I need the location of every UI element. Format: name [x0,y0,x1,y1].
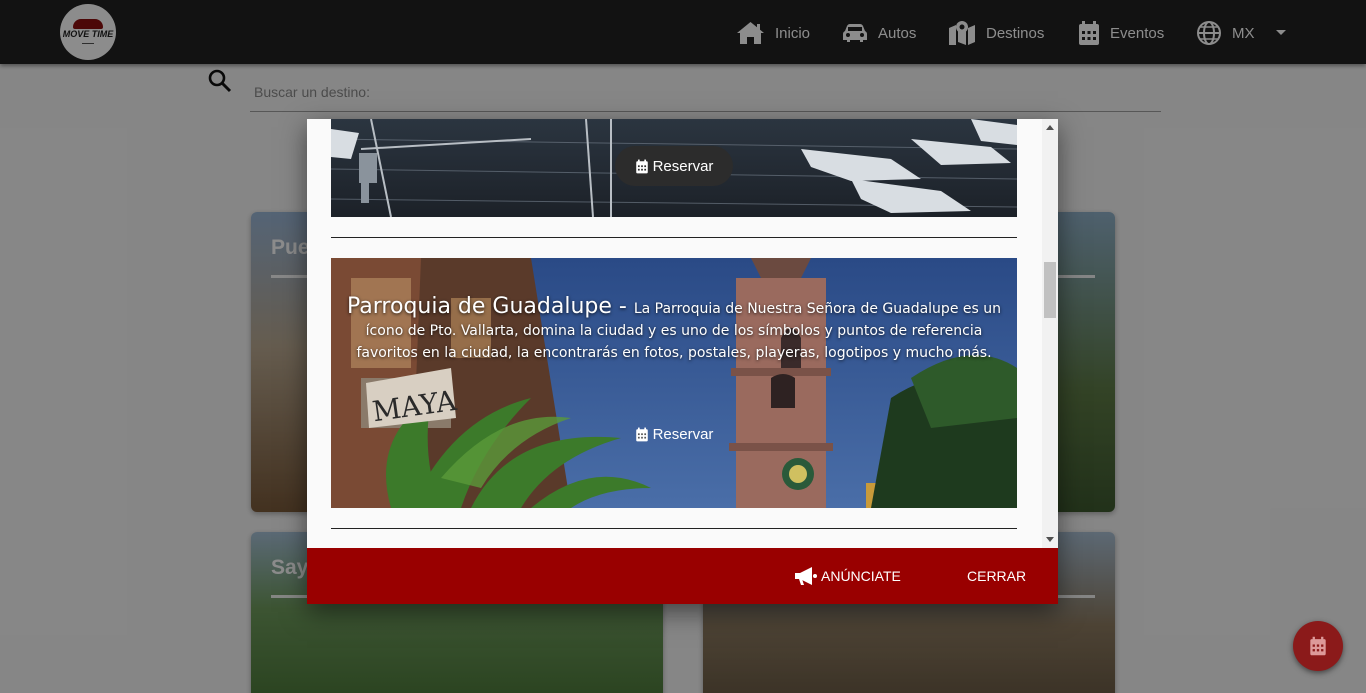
calendar-icon [1310,636,1326,656]
modal-footer: ANÚNCIATE CERRAR [307,548,1058,604]
place-divider [331,237,1017,238]
scrollbar-thumb[interactable] [1044,262,1056,318]
scroll-down-icon[interactable] [1046,537,1054,542]
calendar-icon [635,427,648,441]
modal-scroll-body[interactable]: Reservar MAYA Parroquia de Guadalupe - L… [307,119,1058,548]
reservar-label: Reservar [652,425,714,443]
calendar-fab-button[interactable] [1293,621,1343,671]
place-name: Parroquia de Guadalupe - [347,294,634,319]
reservar-label: Reservar [652,157,714,175]
megaphone-icon [795,567,817,585]
reservar-button[interactable]: Reservar [615,146,733,186]
modal-scrollbar[interactable] [1042,119,1058,548]
places-modal: Reservar MAYA Parroquia de Guadalupe - L… [307,119,1058,604]
calendar-icon [635,159,648,173]
close-button[interactable]: CERRAR [967,548,1026,604]
reservar-button[interactable]: Reservar [615,414,733,454]
place-card-marina: Reservar [331,119,1017,217]
advertise-label: ANÚNCIATE [821,568,901,584]
place-card-parroquia: MAYA Parroquia de Guadalupe - La Parroqu… [331,258,1017,508]
advertise-button[interactable]: ANÚNCIATE [794,548,901,604]
close-label: CERRAR [967,568,1027,584]
scroll-up-icon[interactable] [1046,125,1054,130]
place-divider [331,528,1017,529]
place-caption: Parroquia de Guadalupe - La Parroquia de… [341,294,1007,364]
